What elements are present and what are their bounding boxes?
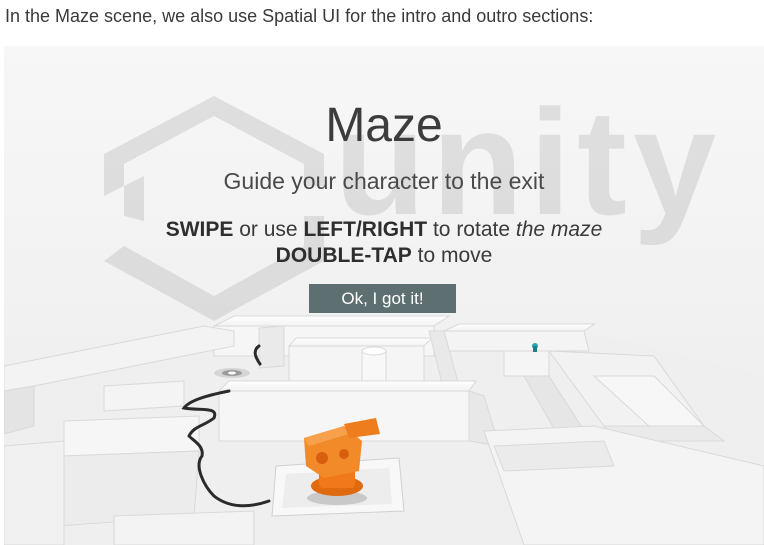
instr-the-maze: the maze — [515, 218, 603, 241]
instr-or-use: or use — [239, 218, 298, 241]
instr-left-right: LEFT/RIGHT — [303, 218, 428, 241]
instruction-line-1: SWIPE or use LEFT/RIGHT to rotate the ma… — [4, 218, 764, 242]
dialog-title: Maze — [325, 99, 443, 152]
dialog-subtitle: Guide your character to the exit — [223, 168, 545, 194]
ok-got-it-button[interactable]: Ok, I got it! — [309, 284, 456, 313]
maze-game-viewport[interactable]: unity Maze Guide your character to the e… — [4, 46, 764, 545]
instr-swipe: SWIPE — [165, 218, 234, 241]
target-marker-icon — [214, 368, 250, 378]
instr-to-rotate: to rotate — [432, 218, 511, 241]
instruction-line-2: DOUBLE-TAP to move — [4, 244, 764, 268]
instr-double-tap: DOUBLE-TAP — [275, 244, 412, 267]
caption-text: In the Maze scene, we also use Spatial U… — [5, 6, 594, 26]
instr-to-move: to move — [417, 244, 493, 267]
